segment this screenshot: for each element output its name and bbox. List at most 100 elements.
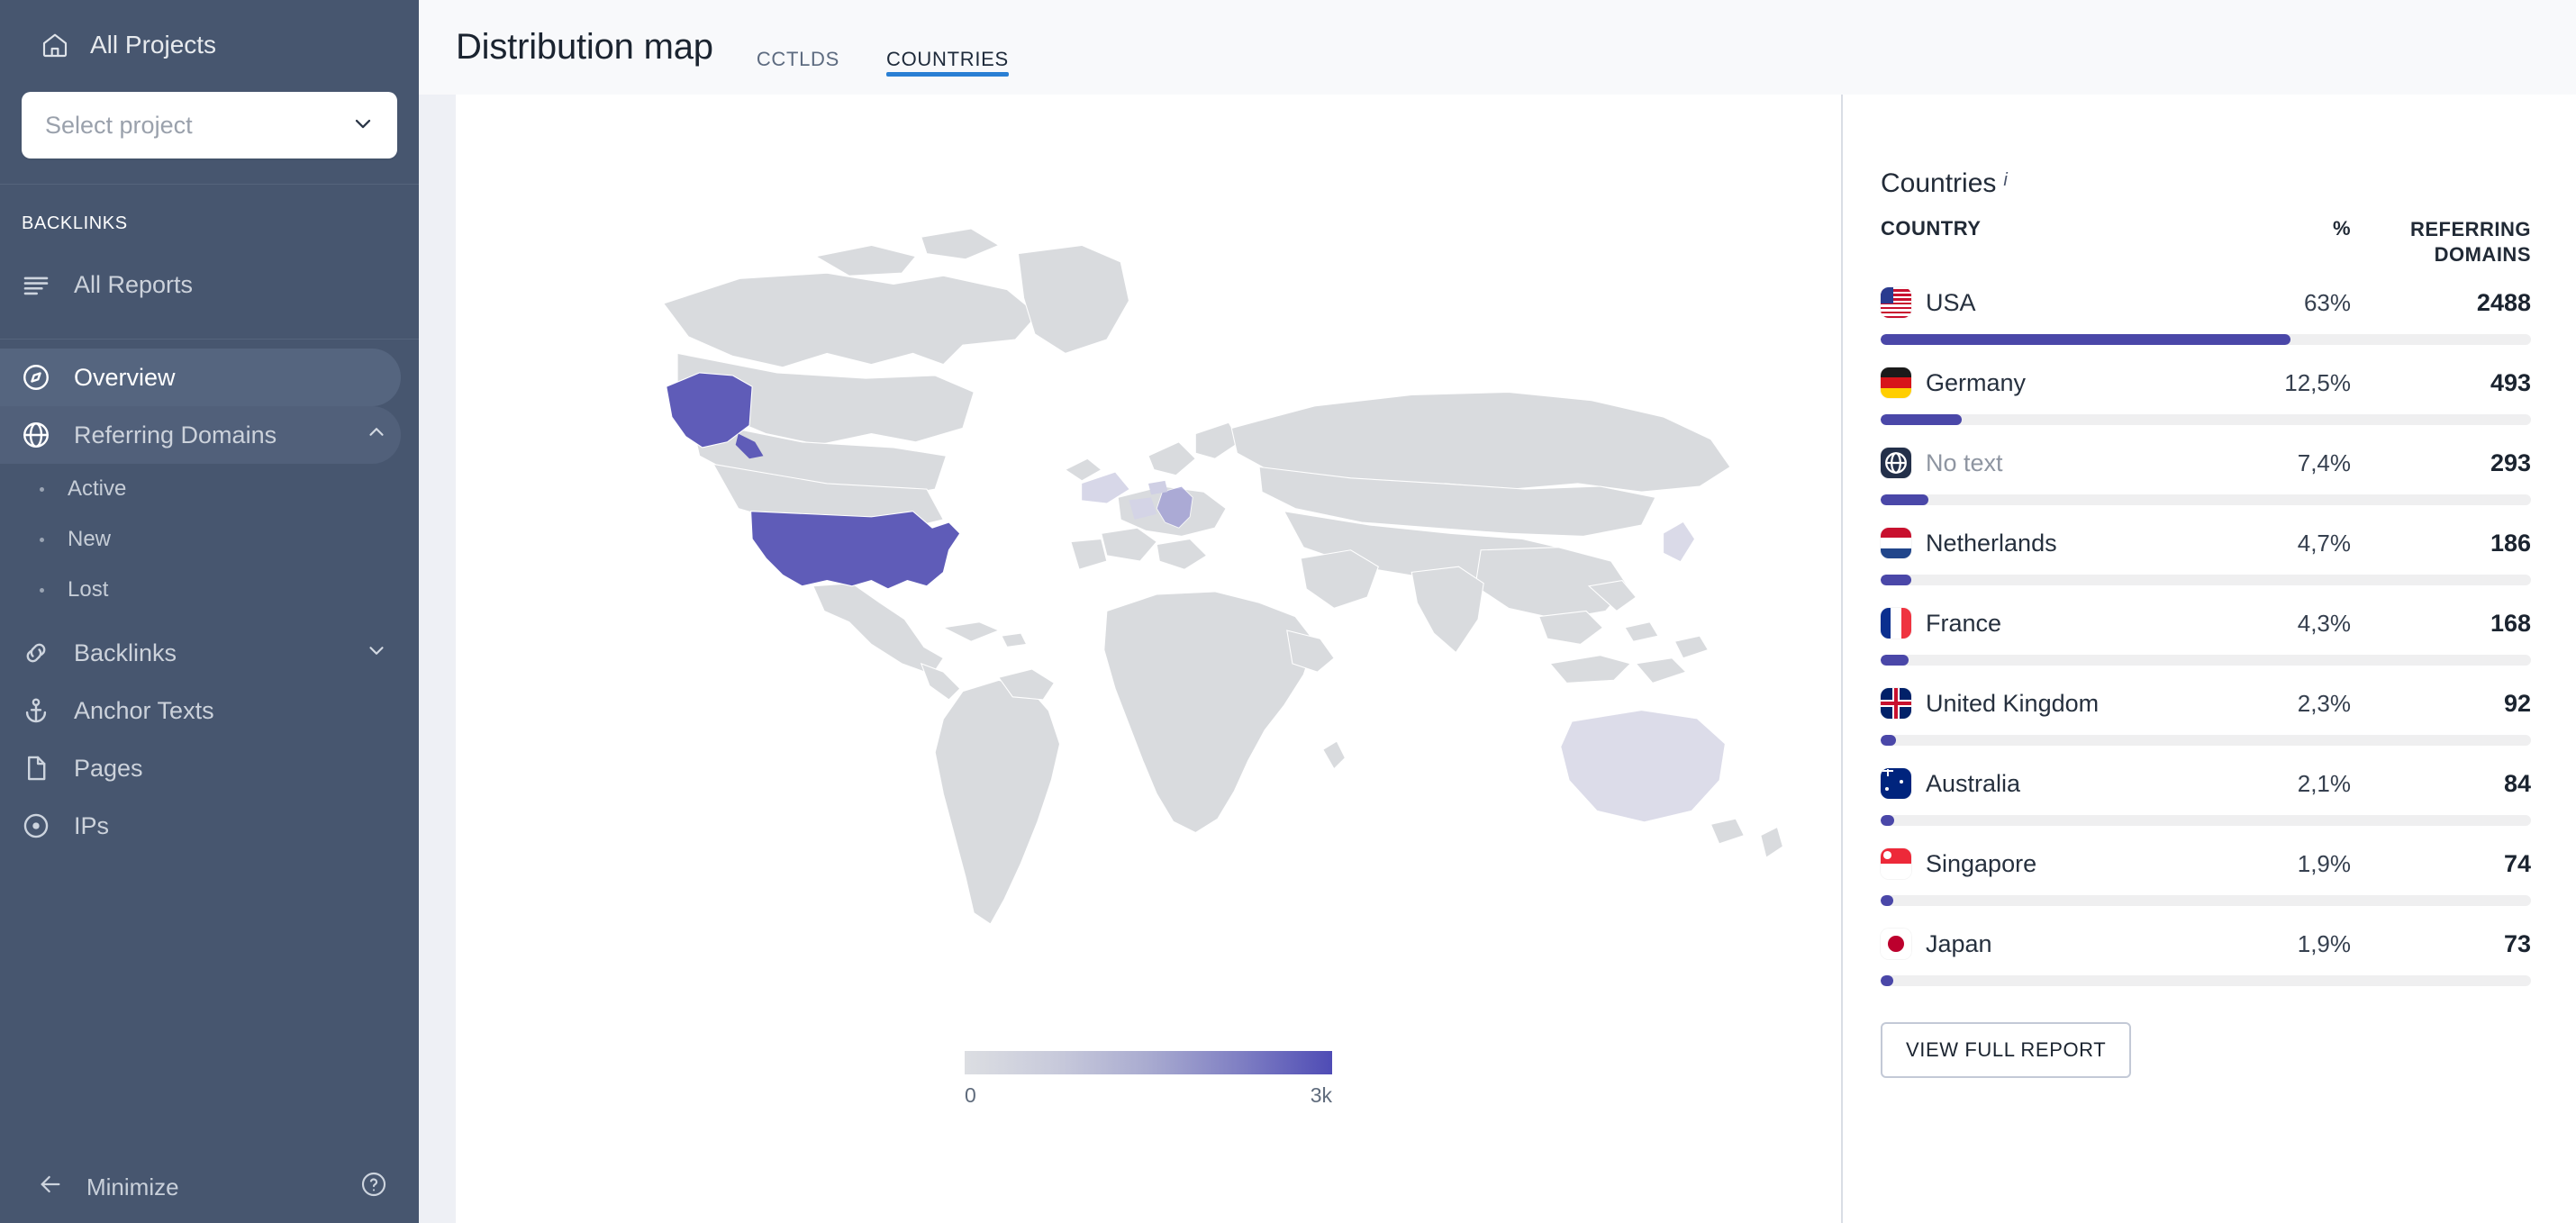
country-referring-domains: 493 xyxy=(2490,368,2531,396)
sidebar: All Projects Select project BACKLINKS Al… xyxy=(0,0,419,1223)
sidebar-item-all-reports[interactable]: All Reports xyxy=(0,256,401,313)
table-row[interactable]: Germany 12,5% 493 xyxy=(1881,361,2531,425)
table-row[interactable]: No text 7,4% 293 xyxy=(1881,441,2531,505)
row-main: Australia 2,1% 84 xyxy=(1881,762,2531,805)
country-referring-domains: 168 xyxy=(2490,609,2531,637)
sidebar-section-backlinks: BACKLINKS xyxy=(22,213,128,233)
sidebar-nav-reports: Overview Referring Domains Active New Lo… xyxy=(0,349,419,855)
row-main: Japan 1,9% 73 xyxy=(1881,922,2531,965)
country-referring-domains: 74 xyxy=(2503,849,2531,877)
progress-fill xyxy=(1881,414,1963,425)
table-row[interactable]: Singapore 1,9% 74 xyxy=(1881,842,2531,906)
progress-track xyxy=(1881,975,2531,986)
row-main: Singapore 1,9% 74 xyxy=(1881,842,2531,885)
tab-label: COUNTRIES xyxy=(886,48,1009,70)
sidebar-item-anchor-texts[interactable]: Anchor Texts xyxy=(0,682,401,739)
sidebar-item-overview[interactable]: Overview xyxy=(0,349,401,406)
arrow-left-icon[interactable] xyxy=(36,1170,65,1205)
table-row[interactable]: Netherlands 4,7% 186 xyxy=(1881,521,2531,585)
table-header: COUNTRY % REFERRING DOMAINS xyxy=(1881,217,2531,267)
help-icon[interactable] xyxy=(359,1170,388,1205)
minimize-label[interactable]: Minimize xyxy=(86,1173,179,1201)
table-row[interactable]: United Kingdom 2,3% 92 xyxy=(1881,682,2531,746)
progress-track xyxy=(1881,655,2531,666)
country-percent: 1,9% xyxy=(2297,929,2351,957)
country-name: USA xyxy=(1926,288,1976,316)
sidebar-top: All Projects Select project xyxy=(0,0,419,159)
sidebar-subitem-label: Active xyxy=(68,476,127,501)
country-percent: 2,3% xyxy=(2297,689,2351,717)
flag-icon-sg xyxy=(1881,848,1911,879)
progress-track xyxy=(1881,895,2531,906)
tab-bar: CCTLDS COUNTRIES xyxy=(757,0,1009,95)
tab-countries[interactable]: COUNTRIES xyxy=(886,0,1009,95)
country-referring-domains: 84 xyxy=(2503,769,2531,797)
flag-icon-de xyxy=(1881,367,1911,398)
sidebar-item-pages[interactable]: Pages xyxy=(0,739,401,797)
country-percent: 4,3% xyxy=(2297,609,2351,637)
info-icon[interactable]: i xyxy=(2003,170,2007,191)
country-percent: 1,9% xyxy=(2297,849,2351,877)
sidebar-subitem-new[interactable]: New xyxy=(0,514,419,565)
column-header-referring-domains: REFERRING DOMAINS xyxy=(2409,218,2531,266)
progress-fill xyxy=(1881,735,1896,746)
sidebar-divider-mid xyxy=(0,339,419,340)
country-percent: 12,5% xyxy=(2284,368,2351,396)
sidebar-footer: Minimize xyxy=(0,1151,419,1223)
column-header-percent: % xyxy=(2332,217,2351,240)
sidebar-item-label: Anchor Texts xyxy=(74,696,214,724)
link-icon xyxy=(18,635,54,671)
row-main: United Kingdom 2,3% 92 xyxy=(1881,682,2531,725)
legend-max-label: 3k xyxy=(1310,1083,1332,1107)
country-name: France xyxy=(1926,609,2002,637)
sidebar-item-referring-domains[interactable]: Referring Domains xyxy=(0,406,401,464)
reports-icon xyxy=(18,267,54,303)
table-row[interactable]: Japan 1,9% 73 xyxy=(1881,922,2531,986)
countries-panel: Countries i COUNTRY % REFERRING DOMAINS … xyxy=(1841,95,2576,1223)
flag-icon-none xyxy=(1881,448,1911,478)
country-name: Australia xyxy=(1926,769,2021,797)
anchor-icon xyxy=(18,693,54,729)
sidebar-subitem-lost[interactable]: Lost xyxy=(0,565,419,615)
sidebar-item-label: Referring Domains xyxy=(74,421,277,448)
row-main: Germany 12,5% 493 xyxy=(1881,361,2531,404)
sidebar-item-label: IPs xyxy=(74,811,110,839)
country-referring-domains: 2488 xyxy=(2476,288,2531,316)
progress-fill xyxy=(1881,895,1893,906)
sidebar-item-backlinks[interactable]: Backlinks xyxy=(0,624,401,682)
table-row[interactable]: Australia 2,1% 84 xyxy=(1881,762,2531,826)
chevron-up-icon[interactable] xyxy=(365,421,388,450)
country-referring-domains: 73 xyxy=(2503,929,2531,957)
sidebar-item-all-projects[interactable]: All Projects xyxy=(22,22,397,68)
sidebar-item-ips[interactable]: IPs xyxy=(0,797,401,855)
sidebar-item-label: Backlinks xyxy=(74,639,177,666)
country-referring-domains: 92 xyxy=(2503,689,2531,717)
chevron-down-icon[interactable] xyxy=(365,639,388,668)
country-name: Germany xyxy=(1926,368,2027,396)
country-name: United Kingdom xyxy=(1926,689,2100,717)
country-referring-domains: 293 xyxy=(2490,448,2531,476)
main-area: Distribution map CCTLDS COUNTRIES 0 3k C… xyxy=(419,0,2576,1223)
project-select[interactable]: Select project xyxy=(22,92,397,159)
world-map-svg[interactable] xyxy=(456,108,1841,1009)
flag-icon-nl xyxy=(1881,528,1911,558)
sidebar-subitem-active[interactable]: Active xyxy=(0,464,419,514)
tab-label: CCTLDS xyxy=(756,48,840,70)
row-main: Netherlands 4,7% 186 xyxy=(1881,521,2531,565)
sidebar-item-label: Pages xyxy=(74,754,143,782)
country-percent: 2,1% xyxy=(2297,769,2351,797)
table-row[interactable]: USA 63% 2488 xyxy=(1881,281,2531,345)
page-title: Distribution map xyxy=(456,27,713,67)
bullet-icon xyxy=(40,486,44,492)
progress-fill xyxy=(1881,655,1909,666)
all-projects-label: All Projects xyxy=(90,31,217,59)
document-icon xyxy=(18,750,54,786)
panel-title: Countries i xyxy=(1881,168,2531,199)
country-percent: 4,7% xyxy=(2297,529,2351,557)
tab-cctlds[interactable]: CCTLDS xyxy=(757,0,839,95)
country-name: No text xyxy=(1926,448,2003,476)
column-header-country: COUNTRY xyxy=(1881,217,1982,240)
view-full-report-button[interactable]: VIEW FULL REPORT xyxy=(1881,1022,2132,1078)
table-row[interactable]: France 4,3% 168 xyxy=(1881,602,2531,666)
globe-icon xyxy=(18,417,54,453)
